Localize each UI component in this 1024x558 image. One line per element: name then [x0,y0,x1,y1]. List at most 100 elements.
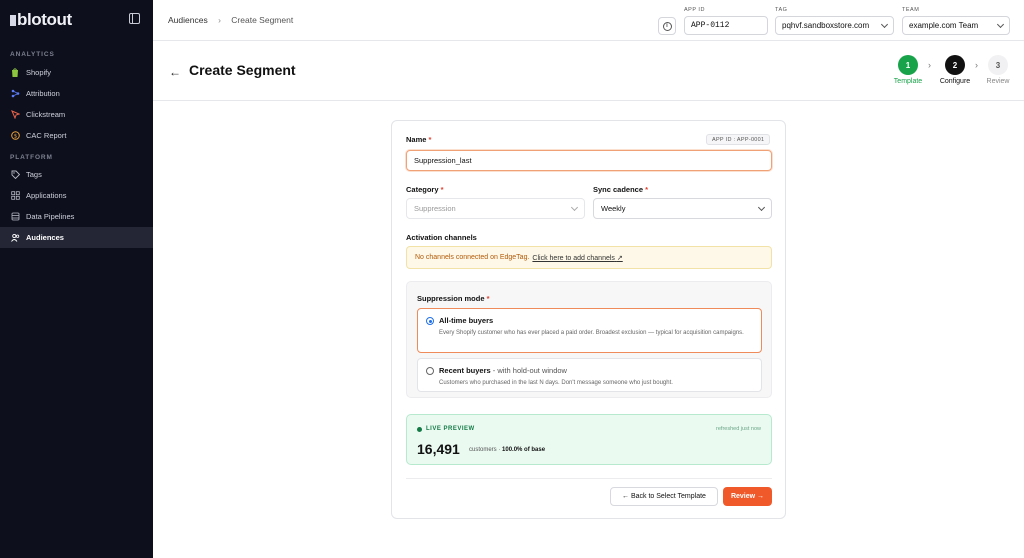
refreshed-status: refreshed just now [716,426,761,432]
step-template[interactable]: 1 Template [888,55,928,85]
chevron-right-icon: › [928,60,931,70]
page-title: Create Segment [189,62,296,78]
section-label-analytics: ANALYTICS [10,51,55,58]
review-button[interactable]: Review → [723,487,772,506]
sidebar-item-label: Applications [26,191,67,200]
add-channels-link[interactable]: Click here to add channels ↗ [532,254,622,262]
sync-cadence-select[interactable]: Weekly [593,198,772,219]
section-label-platform: PLATFORM [10,154,53,161]
page-header: ← Create Segment 1 Template › 2 Configur… [153,41,1024,101]
sidebar-item-label: Tags [26,170,42,179]
sync-cadence-label: Sync cadence * [593,185,649,194]
option-title: Recent buyers - with hold-out window [439,366,567,375]
live-preview-label: LIVE PREVIEW [417,426,475,432]
radio-unselected-icon[interactable] [426,367,434,375]
sidebar-item-clickstream[interactable]: Clickstream [0,104,153,125]
logo-mark-icon [10,14,16,26]
chevron-down-icon [570,203,579,211]
database-icon [10,212,20,222]
sync-cadence-value: Weekly [601,204,626,213]
tag-icon [10,170,20,180]
activation-channels-label: Activation channels [406,233,477,242]
chevron-down-icon [996,20,1005,28]
name-input[interactable]: Suppression_last [406,150,772,171]
sidebar-item-label: CAC Report [26,131,67,140]
sidebar-item-tags[interactable]: Tags [0,164,153,185]
clickstream-icon [10,110,20,120]
step-configure[interactable]: 2 Configure [935,55,975,85]
divider [406,478,772,479]
option-title: All-time buyers [439,316,494,325]
name-label: Name * [406,135,432,144]
option-description: Every Shopify customer who has ever plac… [439,330,744,336]
step-number: 2 [945,55,965,75]
category-label: Category * [406,185,444,194]
step-label: Template [893,78,923,85]
live-preview-panel: LIVE PREVIEW refreshed just now 16,491 c… [406,414,772,465]
brand-name: blotout [17,10,72,29]
back-arrow-icon[interactable]: ← [169,65,181,79]
segment-form-card: Name * APP ID : APP-0001 Suppression_las… [391,120,786,519]
activation-warning: No channels connected on EdgeTag. Click … [406,246,772,269]
category-select[interactable]: Suppression [406,198,585,219]
cac-report-icon: $ [10,131,20,141]
option-recent-buyers[interactable]: Recent buyers - with hold-out window Cus… [417,358,762,392]
back-to-template-button[interactable]: ← Back to Select Template [610,487,718,506]
sidebar-item-attribution[interactable]: Attribution [0,83,153,104]
suppression-mode-label: Suppression mode * [417,294,490,303]
app-id-value: APP-0112 [691,21,730,30]
option-description: Customers who purchased in the last N da… [439,380,673,386]
radio-selected-icon[interactable] [426,317,434,325]
shopify-icon [10,68,20,78]
attribution-icon [10,89,20,99]
name-input-value: Suppression_last [414,156,472,165]
tag-select[interactable]: pqhvf.sandboxstore.com [775,16,894,35]
breadcrumb-current: Create Segment [231,15,294,25]
step-number: 1 [898,55,918,75]
sidebar-item-shopify[interactable]: Shopify [0,62,153,83]
breadcrumb: Audiences › Create Segment [168,15,293,25]
sidebar-item-label: Shopify [26,68,52,77]
option-all-time-buyers[interactable]: All-time buyers Every Shopify customer w… [417,308,762,353]
applications-icon [10,191,20,201]
breadcrumb-chevron-icon: › [218,15,221,25]
step-number: 3 [988,55,1008,75]
breadcrumb-root[interactable]: Audiences [168,15,208,25]
sidebar: blotout ANALYTICS Shopify Attribution Cl… [0,0,153,558]
sidebar-item-applications[interactable]: Applications [0,185,153,206]
audiences-icon [10,233,20,243]
tag-value: pqhvf.sandboxstore.com [782,21,870,30]
sidebar-item-audiences[interactable]: Audiences [0,227,153,248]
sidebar-item-label: Attribution [26,89,60,98]
app-id-field[interactable]: APP-0112 [684,16,768,35]
app-id-label: APP ID [684,7,705,13]
info-button[interactable]: i [658,17,676,35]
live-dot-icon [417,426,422,432]
category-value: Suppression [414,204,456,213]
tag-label: TAG [775,7,788,13]
team-value: example.com Team [909,21,979,30]
sidebar-item-label: Audiences [26,233,64,242]
chevron-down-icon [880,20,889,28]
step-review[interactable]: 3 Review [978,55,1018,85]
step-label: Configure [939,78,971,85]
activation-warning-text: No channels connected on EdgeTag. [415,254,530,261]
customer-count: 16,491 [417,441,460,457]
suppression-mode-group: Suppression mode * All-time buyers Every… [406,281,772,398]
sidebar-item-data-pipelines[interactable]: Data Pipelines [0,206,153,227]
sidebar-item-cac-report[interactable]: $ CAC Report [0,125,153,146]
svg-text:$: $ [13,134,17,140]
step-label: Review [986,78,1010,85]
topbar: Audiences › Create Segment i APP ID APP-… [153,0,1024,41]
chevron-down-icon [757,203,766,211]
customer-count-caption: customers · 100.0% of base [469,447,546,453]
external-link-icon: ↗ [616,254,623,262]
sidebar-item-label: Data Pipelines [26,212,75,221]
app-id-badge: APP ID : APP-0001 [706,134,771,145]
team-select[interactable]: example.com Team [902,16,1010,35]
sidebar-collapse-icon[interactable] [129,13,140,24]
brand-logo[interactable]: blotout [10,10,72,29]
sidebar-item-label: Clickstream [26,110,66,119]
team-label: TEAM [902,7,920,13]
info-icon: i [662,21,672,31]
